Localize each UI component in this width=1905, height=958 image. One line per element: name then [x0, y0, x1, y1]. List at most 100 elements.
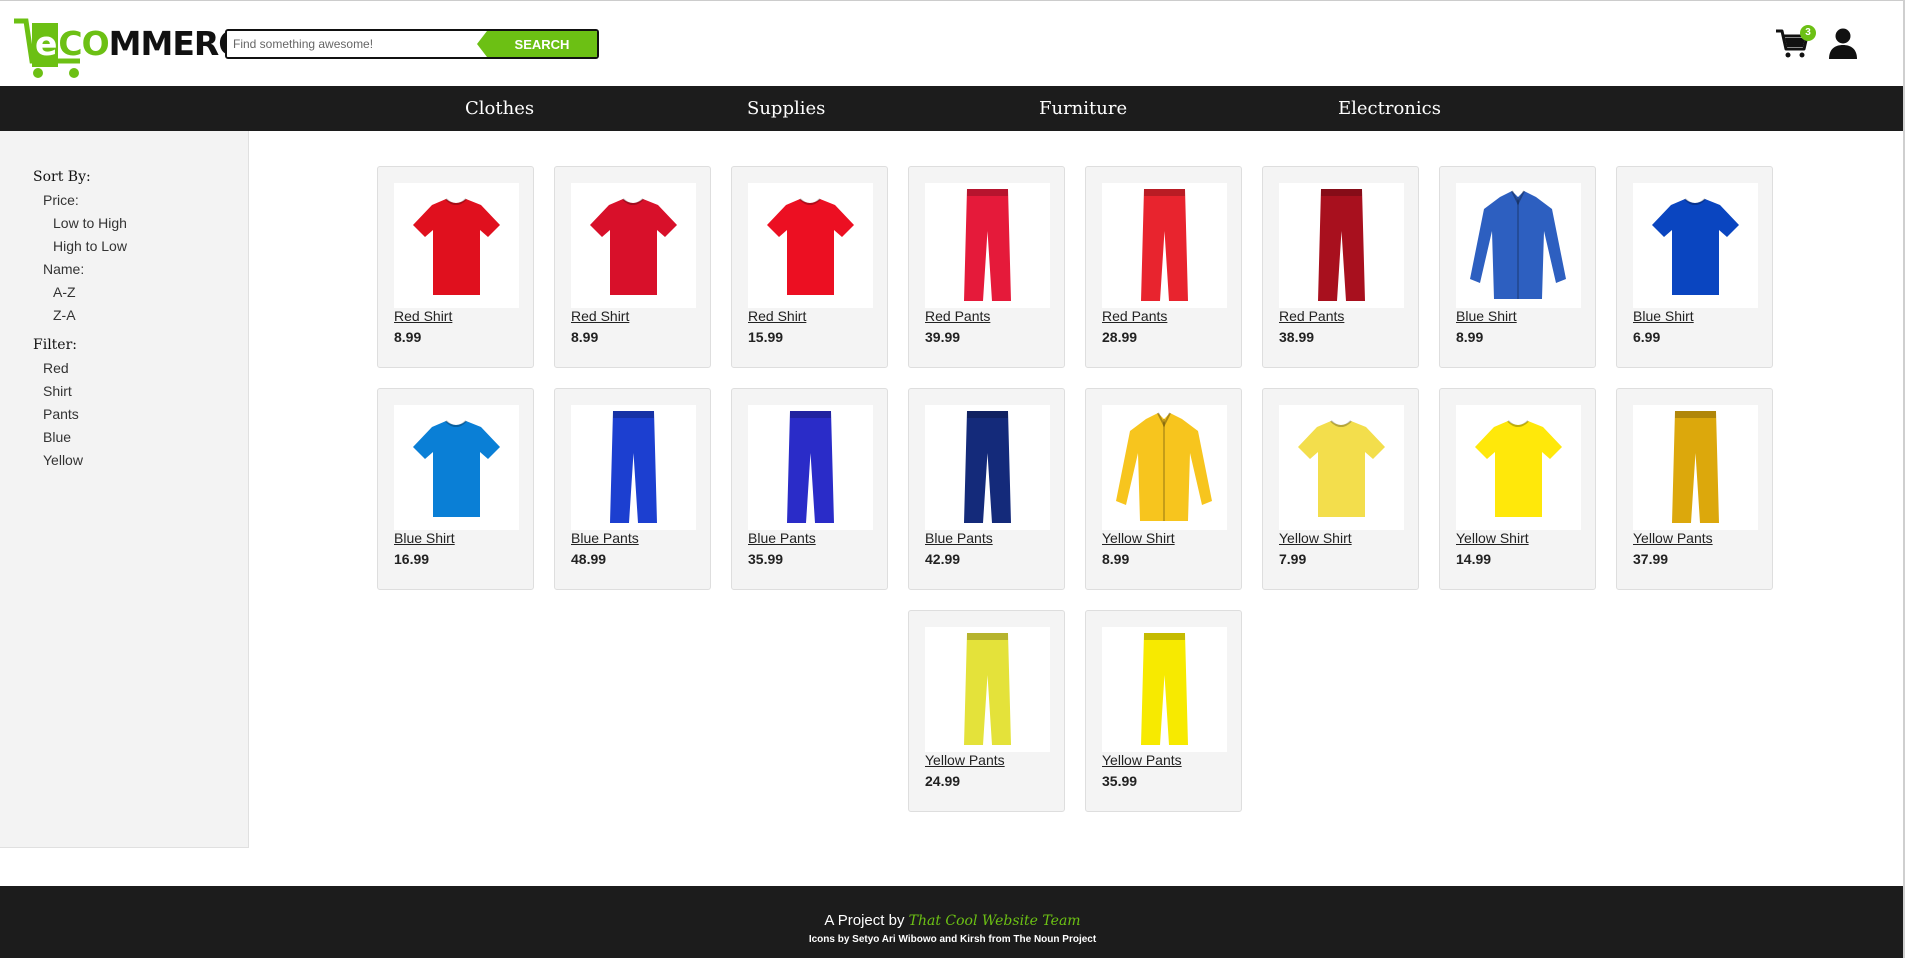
product-card[interactable]: Blue Pants 42.99 — [908, 388, 1065, 590]
sort-name-za[interactable]: Z-A — [53, 307, 76, 323]
product-name-link[interactable]: Yellow Shirt — [1456, 530, 1529, 546]
product-image[interactable] — [925, 405, 1050, 530]
footer-credits: Icons by Setyo Ari Wibowo and Kirsh from… — [808, 934, 1097, 945]
product-price: 7.99 — [1279, 551, 1307, 567]
product-name-link[interactable]: Red Pants — [925, 308, 990, 324]
sidebar: Sort By: Price: Low to High High to Low … — [0, 131, 249, 848]
product-image[interactable] — [1456, 183, 1581, 308]
product-card[interactable]: Blue Shirt 6.99 — [1616, 166, 1773, 368]
product-image[interactable] — [1102, 405, 1227, 530]
nav-item-furniture[interactable]: Furniture — [1039, 86, 1127, 131]
search-button[interactable]: SEARCH — [477, 31, 597, 57]
product-price: 38.99 — [1279, 329, 1315, 345]
filter-yellow[interactable]: Yellow — [43, 452, 83, 468]
product-card[interactable]: Blue Pants 48.99 — [554, 388, 711, 590]
product-card[interactable]: Red Shirt 8.99 — [554, 166, 711, 368]
product-card[interactable]: Blue Shirt 8.99 — [1439, 166, 1596, 368]
team-link[interactable]: That Cool Website Team — [909, 913, 1081, 929]
product-price: 15.99 — [748, 329, 784, 345]
product-image[interactable] — [1456, 405, 1581, 530]
search-bar: SEARCH — [225, 29, 599, 59]
product-name-link[interactable]: Red Pants — [1279, 308, 1344, 324]
nav-item-supplies[interactable]: Supplies — [747, 86, 825, 131]
product-image[interactable] — [394, 183, 519, 308]
product-image[interactable] — [1279, 183, 1404, 308]
filter-heading: Filter: — [33, 337, 77, 353]
product-price: 8.99 — [394, 329, 422, 345]
product-card[interactable]: Yellow Shirt 8.99 — [1085, 388, 1242, 590]
sort-by-heading: Sort By: — [33, 169, 91, 185]
product-name-link[interactable]: Blue Pants — [925, 530, 993, 546]
nav-item-electronics[interactable]: Electronics — [1338, 86, 1441, 131]
name-label: Name: — [43, 261, 85, 277]
product-price: 35.99 — [1102, 773, 1138, 789]
product-name-link[interactable]: Blue Shirt — [1456, 308, 1517, 324]
product-name-link[interactable]: Yellow Shirt — [1102, 530, 1175, 546]
category-nav: Clothes Supplies Furniture Electronics — [0, 86, 1905, 131]
product-price: 6.99 — [1633, 329, 1661, 345]
product-price: 8.99 — [1456, 329, 1484, 345]
filter-shirt[interactable]: Shirt — [43, 383, 72, 399]
product-price: 42.99 — [925, 551, 961, 567]
product-image[interactable] — [748, 183, 873, 308]
product-card[interactable]: Red Shirt 15.99 — [731, 166, 888, 368]
product-name-link[interactable]: Blue Pants — [571, 530, 639, 546]
filter-red[interactable]: Red — [43, 360, 69, 376]
nav-item-clothes[interactable]: Clothes — [465, 86, 534, 131]
product-name-link[interactable]: Red Shirt — [748, 308, 806, 324]
product-card[interactable]: Red Pants 38.99 — [1262, 166, 1419, 368]
product-price: 35.99 — [748, 551, 784, 567]
sort-price-high-low[interactable]: High to Low — [53, 238, 127, 254]
filter-blue[interactable]: Blue — [43, 429, 71, 445]
product-image[interactable] — [1102, 627, 1227, 752]
product-image[interactable] — [1633, 405, 1758, 530]
product-card[interactable]: Yellow Pants 24.99 — [908, 610, 1065, 812]
product-card[interactable]: Blue Pants 35.99 — [731, 388, 888, 590]
product-price: 8.99 — [1102, 551, 1130, 567]
product-card[interactable]: Yellow Shirt 14.99 — [1439, 388, 1596, 590]
product-name-link[interactable]: Blue Shirt — [394, 530, 455, 546]
product-price: 14.99 — [1456, 551, 1492, 567]
ecommerce-logo[interactable]: eCOMMERCE — [12, 15, 264, 93]
product-name-link[interactable]: Red Pants — [1102, 308, 1167, 324]
product-card[interactable]: Red Pants 28.99 — [1085, 166, 1242, 368]
top-bar: eCOMMERCE SEARCH 3 — [0, 0, 1905, 86]
product-card[interactable]: Red Pants 39.99 — [908, 166, 1065, 368]
product-price: 8.99 — [571, 329, 599, 345]
product-card[interactable]: Yellow Pants 37.99 — [1616, 388, 1773, 590]
product-image[interactable] — [925, 627, 1050, 752]
sort-name-az[interactable]: A-Z — [53, 284, 76, 300]
product-image[interactable] — [571, 183, 696, 308]
product-name-link[interactable]: Red Shirt — [394, 308, 452, 324]
footer-project-line: A Project by That Cool Website Team — [824, 912, 1081, 929]
product-card[interactable]: Yellow Shirt 7.99 — [1262, 388, 1419, 590]
product-price: 39.99 — [925, 329, 961, 345]
product-card[interactable]: Blue Shirt 16.99 — [377, 388, 534, 590]
product-card[interactable]: Yellow Pants 35.99 — [1085, 610, 1242, 812]
product-name-link[interactable]: Red Shirt — [571, 308, 629, 324]
product-image[interactable] — [571, 405, 696, 530]
product-name-link[interactable]: Yellow Pants — [925, 752, 1005, 768]
product-name-link[interactable]: Yellow Pants — [1633, 530, 1713, 546]
cart-count-badge: 3 — [1800, 25, 1816, 41]
product-price: 48.99 — [571, 551, 607, 567]
product-price: 37.99 — [1633, 551, 1669, 567]
product-image[interactable] — [394, 405, 519, 530]
product-name-link[interactable]: Yellow Shirt — [1279, 530, 1352, 546]
product-image[interactable] — [1633, 183, 1758, 308]
sort-price-low-high[interactable]: Low to High — [53, 215, 127, 231]
product-image[interactable] — [1102, 183, 1227, 308]
search-input[interactable] — [227, 31, 487, 57]
product-image[interactable] — [925, 183, 1050, 308]
product-image[interactable] — [1279, 405, 1404, 530]
product-price: 24.99 — [925, 773, 961, 789]
product-name-link[interactable]: Blue Shirt — [1633, 308, 1694, 324]
product-card[interactable]: Red Shirt 8.99 — [377, 166, 534, 368]
product-price: 28.99 — [1102, 329, 1138, 345]
product-name-link[interactable]: Yellow Pants — [1102, 752, 1182, 768]
price-label: Price: — [43, 192, 79, 208]
product-name-link[interactable]: Blue Pants — [748, 530, 816, 546]
user-account-icon[interactable] — [1828, 27, 1858, 59]
filter-pants[interactable]: Pants — [43, 406, 79, 422]
product-image[interactable] — [748, 405, 873, 530]
